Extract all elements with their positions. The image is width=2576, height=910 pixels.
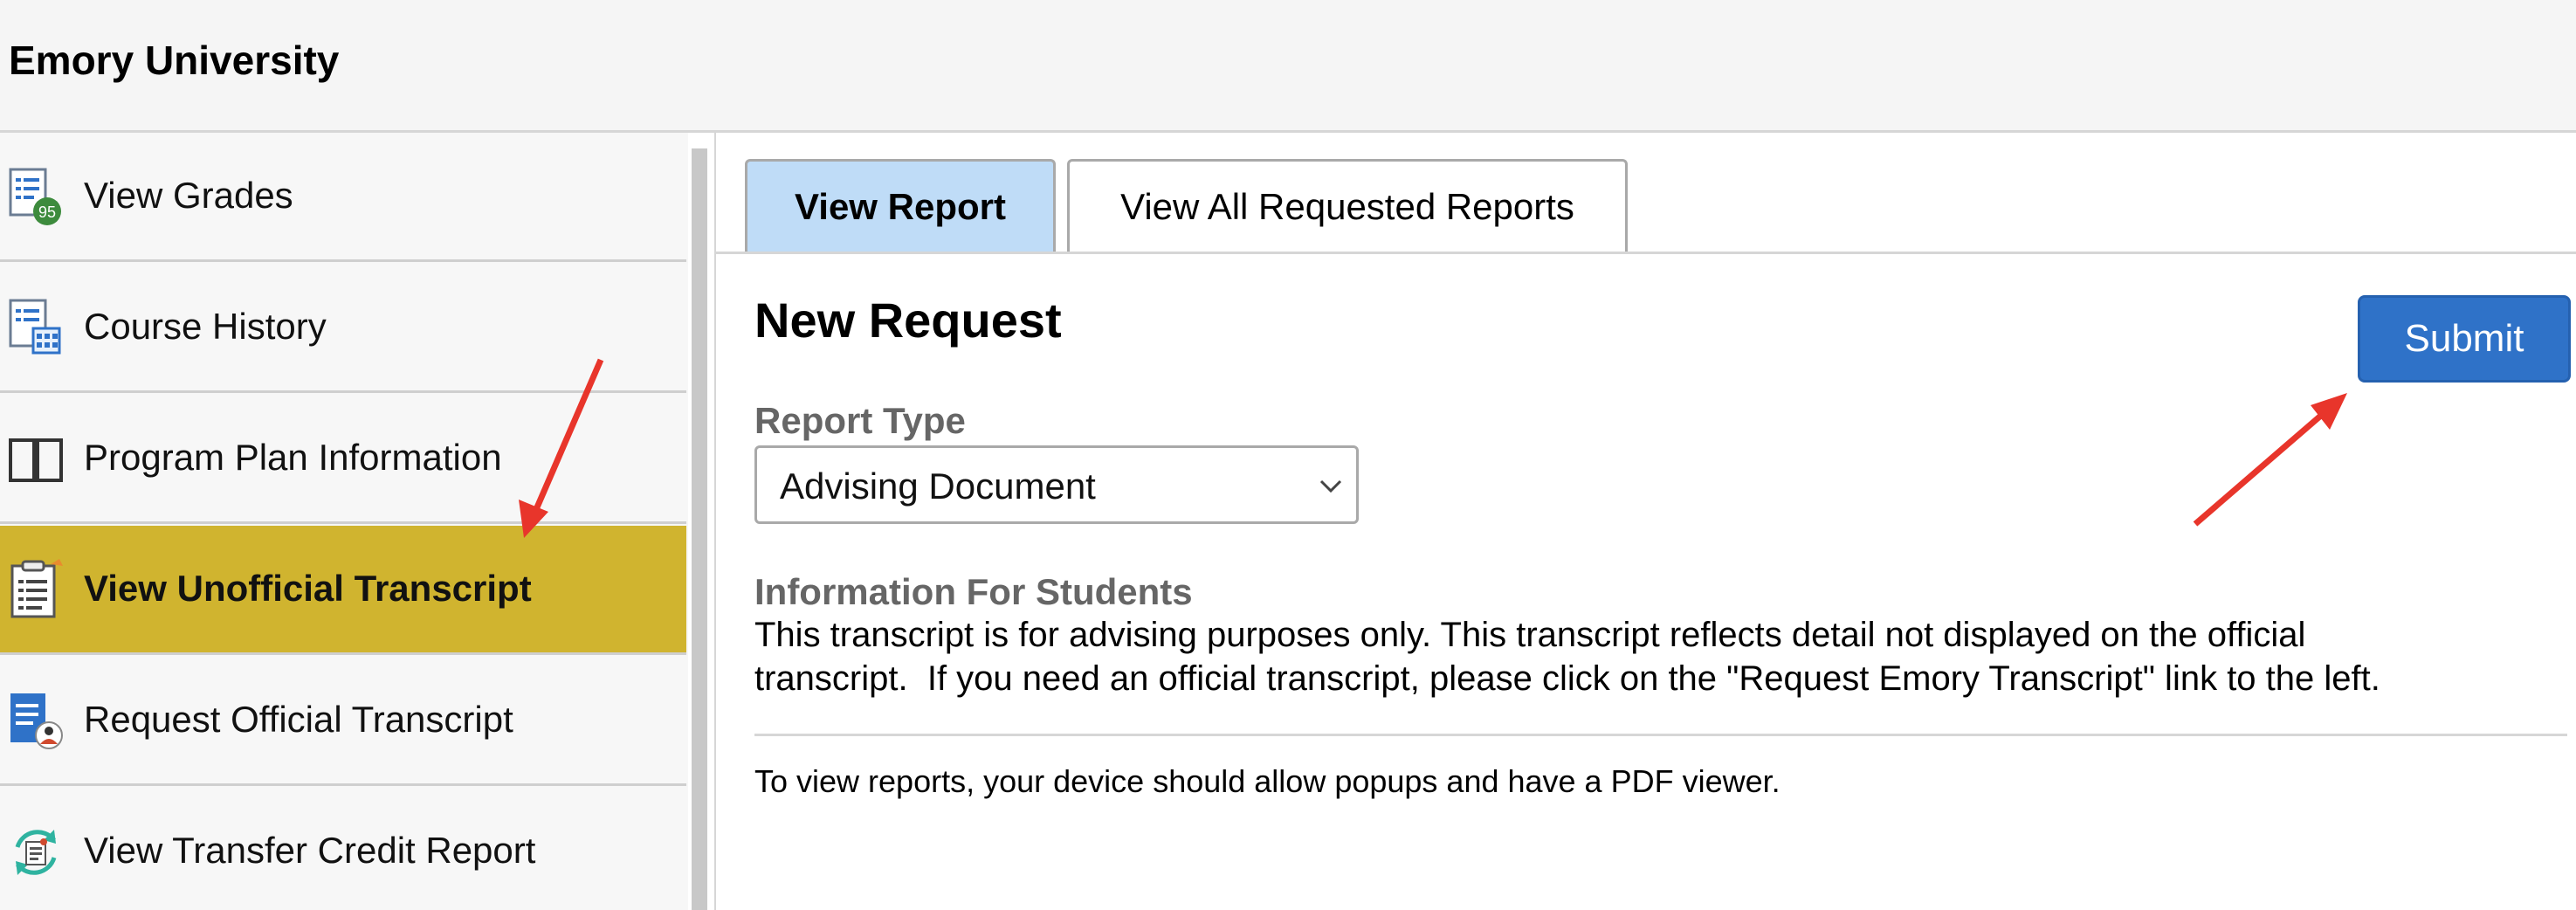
transcript-icon — [5, 559, 66, 620]
grades-icon: 95 — [5, 166, 66, 227]
sidebar-item-label: View Grades — [84, 175, 293, 216]
sidebar-scrollbar[interactable] — [692, 148, 707, 910]
sidebar-item-program-plan[interactable]: Program Plan Information — [0, 395, 686, 524]
tab-view-all-requested-reports[interactable]: View All Requested Reports — [1067, 159, 1628, 253]
info-body: This transcript is for advising purposes… — [754, 613, 2553, 700]
university-title: Emory University — [9, 38, 340, 83]
info-line: transcript. If you need an official tran… — [754, 659, 2380, 698]
sidebar-item-request-official-transcript[interactable]: Request Official Transcript — [0, 657, 686, 786]
request-transcript-icon — [5, 690, 66, 751]
tabs-underline — [716, 252, 2576, 254]
sidebar-nav: 95 View Grades Course History Program Pl… — [0, 133, 688, 910]
course-history-icon — [5, 297, 66, 358]
open-book-icon — [5, 428, 66, 489]
report-type-value: Advising Document — [780, 465, 1096, 507]
sidebar-item-label: View Unofficial Transcript — [84, 568, 532, 609]
sidebar-item-label: Program Plan Information — [84, 437, 502, 478]
panel-divider — [714, 133, 716, 910]
report-type-label: Report Type — [754, 400, 966, 441]
sidebar-item-view-unofficial-transcript[interactable]: View Unofficial Transcript — [0, 526, 686, 655]
info-heading: Information For Students — [754, 571, 1193, 612]
transfer-credit-icon — [5, 821, 66, 882]
sidebar-item-label: Request Official Transcript — [84, 699, 513, 740]
annotation-arrow-submit — [2193, 393, 2347, 527]
app-header: Emory University — [0, 0, 2576, 133]
sidebar-item-label: Course History — [84, 306, 327, 347]
page-title: New Request — [754, 293, 1062, 348]
grade-badge-text: 95 — [38, 203, 56, 221]
info-line: This transcript is for advising purposes… — [754, 616, 2306, 654]
popup-note: To view reports, your device should allo… — [754, 763, 1780, 799]
sidebar-item-view-grades[interactable]: 95 View Grades — [0, 133, 686, 262]
sidebar-item-view-transfer-credit-report[interactable]: View Transfer Credit Report — [0, 788, 686, 910]
report-type-select[interactable]: Advising Document — [754, 445, 1359, 524]
tab-view-report[interactable]: View Report — [745, 159, 1056, 253]
chevron-down-icon — [1316, 471, 1346, 500]
sidebar-item-course-history[interactable]: Course History — [0, 264, 686, 393]
submit-button[interactable]: Submit — [2358, 295, 2571, 383]
sidebar-item-label: View Transfer Credit Report — [84, 830, 536, 871]
content-divider — [754, 734, 2567, 736]
